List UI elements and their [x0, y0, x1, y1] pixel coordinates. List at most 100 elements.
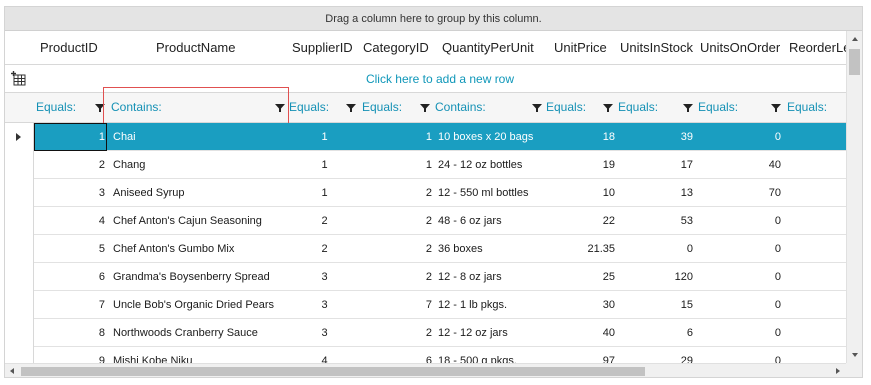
cell-productid[interactable]: 3	[34, 179, 105, 207]
row-indicator[interactable]	[5, 235, 34, 263]
cell-quantityperunit[interactable]: 18 - 500 g pkgs.	[438, 347, 545, 363]
cell-unitprice[interactable]: 40	[545, 319, 615, 347]
cell-unitsonorder[interactable]: 40	[697, 151, 781, 179]
cell-quantityperunit[interactable]: 36 boxes	[438, 235, 545, 263]
cell-categoryid[interactable]: 7	[361, 291, 432, 319]
cell-unitsonorder[interactable]: 0	[697, 235, 781, 263]
cell-productname[interactable]: Aniseed Syrup	[113, 179, 288, 207]
cell-unitprice[interactable]: 97	[545, 347, 615, 363]
cell-supplierid[interactable]: 2	[288, 235, 361, 263]
cell-categoryid[interactable]: 2	[361, 319, 432, 347]
cell-categoryid[interactable]: 1	[361, 151, 432, 179]
cell-productname[interactable]: Grandma's Boysenberry Spread	[113, 263, 288, 291]
column-header-productname[interactable]: ProductName	[156, 31, 276, 65]
cell-unitprice[interactable]: 19	[545, 151, 615, 179]
cell-productname[interactable]: Chef Anton's Gumbo Mix	[113, 235, 288, 263]
filter-cell-quantityperunit[interactable]: Contains:	[434, 93, 545, 123]
scroll-down-icon[interactable]	[852, 353, 858, 357]
table-row[interactable]: 6 Grandma's Boysenberry Spread 3 2 12 - 8 oz…	[5, 263, 846, 291]
funnel-icon[interactable]	[420, 103, 430, 113]
cell-unitsonorder[interactable]: 0	[697, 263, 781, 291]
cell-unitprice[interactable]: 18	[545, 123, 615, 151]
funnel-icon[interactable]	[275, 103, 285, 113]
cell-unitsonorder[interactable]: 0	[697, 123, 781, 151]
cell-supplierid[interactable]: 3	[288, 291, 361, 319]
filter-cell-productid[interactable]: Equals:	[34, 93, 107, 123]
cell-productid[interactable]: 2	[34, 151, 105, 179]
funnel-icon[interactable]	[95, 103, 105, 113]
table-row[interactable]: 5 Chef Anton's Gumbo Mix 2 2 36 boxes 21.35 0 0	[5, 235, 846, 263]
row-indicator[interactable]	[5, 151, 34, 179]
cell-unitsinstock[interactable]: 0	[617, 235, 693, 263]
cell-unitsonorder[interactable]: 0	[697, 319, 781, 347]
cell-quantityperunit[interactable]: 12 - 12 oz jars	[438, 319, 545, 347]
funnel-icon[interactable]	[603, 103, 613, 113]
cell-supplierid[interactable]: 4	[288, 347, 361, 363]
cell-categoryid[interactable]: 6	[361, 347, 432, 363]
cell-quantityperunit[interactable]: 24 - 12 oz bottles	[438, 151, 545, 179]
cell-unitsonorder[interactable]: 0	[697, 347, 781, 363]
cell-quantityperunit[interactable]: 48 - 6 oz jars	[438, 207, 545, 235]
data-grid[interactable]: Drag a column here to group by this colu…	[4, 6, 863, 378]
group-panel[interactable]: Drag a column here to group by this colu…	[5, 7, 862, 31]
cell-productid[interactable]: 4	[34, 207, 105, 235]
cell-productname[interactable]: Uncle Bob's Organic Dried Pears	[113, 291, 288, 319]
cell-productname[interactable]: Chai	[113, 123, 288, 151]
table-row[interactable]: 7 Uncle Bob's Organic Dried Pears 3 7 12 - 1…	[5, 291, 846, 319]
table-row[interactable]: 9 Mishi Kobe Niku 4 6 18 - 500 g pkgs. 97 29 0	[5, 347, 846, 363]
cell-unitprice[interactable]: 22	[545, 207, 615, 235]
vertical-scrollbar[interactable]	[846, 31, 862, 363]
funnel-icon[interactable]	[346, 103, 356, 113]
column-header-reorderlevel[interactable]: ReorderLevel	[789, 31, 846, 65]
column-header-quantityperunit[interactable]: QuantityPerUnit	[442, 31, 542, 65]
cell-unitsonorder[interactable]: 70	[697, 179, 781, 207]
row-indicator[interactable]	[5, 319, 34, 347]
cell-productname[interactable]: Northwoods Cranberry Sauce	[113, 319, 288, 347]
filter-cell-categoryid[interactable]: Equals:	[361, 93, 434, 123]
cell-unitsinstock[interactable]: 39	[617, 123, 693, 151]
cell-quantityperunit[interactable]: 12 - 1 lb pkgs.	[438, 291, 545, 319]
new-row-bar[interactable]: Click here to add a new row	[5, 65, 846, 93]
cell-quantityperunit[interactable]: 12 - 8 oz jars	[438, 263, 545, 291]
filter-cell-unitsonorder[interactable]: Equals:	[697, 93, 785, 123]
cell-productname[interactable]: Chef Anton's Cajun Seasoning	[113, 207, 288, 235]
column-header-unitsinstock[interactable]: UnitsInStock	[620, 31, 700, 65]
cell-productid[interactable]: 9	[34, 347, 105, 363]
filter-cell-unitprice[interactable]: Equals:	[545, 93, 617, 123]
horizontal-scroll-thumb[interactable]	[21, 367, 645, 376]
cell-supplierid[interactable]: 2	[288, 207, 361, 235]
cell-unitsinstock[interactable]: 53	[617, 207, 693, 235]
cell-categoryid[interactable]: 2	[361, 235, 432, 263]
column-header-supplierid[interactable]: SupplierID	[292, 31, 358, 65]
column-header-productid[interactable]: ProductID	[40, 31, 106, 65]
scroll-up-icon[interactable]	[852, 37, 858, 41]
cell-supplierid[interactable]: 3	[288, 263, 361, 291]
cell-productname[interactable]: Mishi Kobe Niku	[113, 347, 288, 363]
row-indicator[interactable]	[5, 207, 34, 235]
funnel-icon[interactable]	[532, 103, 542, 113]
cell-unitsinstock[interactable]: 29	[617, 347, 693, 363]
cell-unitsinstock[interactable]: 15	[617, 291, 693, 319]
table-row[interactable]: 4 Chef Anton's Cajun Seasoning 2 2 48 - 6 oz…	[5, 207, 846, 235]
column-header-categoryid[interactable]: CategoryID	[363, 31, 435, 65]
add-new-row-link[interactable]: Click here to add a new row	[34, 65, 846, 93]
cell-categoryid[interactable]: 2	[361, 179, 432, 207]
scroll-right-icon[interactable]	[836, 368, 840, 374]
cell-quantityperunit[interactable]: 12 - 550 ml bottles	[438, 179, 545, 207]
table-row[interactable]: 2 Chang 1 1 24 - 12 oz bottles 19 17 40	[5, 151, 846, 179]
filter-cell-reorderlevel[interactable]: Equals:	[785, 93, 846, 123]
cell-quantityperunit[interactable]: 10 boxes x 20 bags	[438, 123, 545, 151]
row-indicator[interactable]	[5, 291, 34, 319]
cell-productid[interactable]: 5	[34, 235, 105, 263]
cell-categoryid[interactable]: 2	[361, 207, 432, 235]
cell-unitsonorder[interactable]: 0	[697, 207, 781, 235]
funnel-icon[interactable]	[771, 103, 781, 113]
cell-supplierid[interactable]: 1	[288, 179, 361, 207]
row-indicator[interactable]	[5, 347, 34, 363]
cell-unitprice[interactable]: 25	[545, 263, 615, 291]
cell-supplierid[interactable]: 1	[288, 151, 361, 179]
column-header-unitprice[interactable]: UnitPrice	[554, 31, 614, 65]
vertical-scroll-thumb[interactable]	[849, 49, 860, 75]
table-row[interactable]: 8 Northwoods Cranberry Sauce 3 2 12 - 12 oz …	[5, 319, 846, 347]
horizontal-scrollbar[interactable]	[5, 363, 846, 377]
